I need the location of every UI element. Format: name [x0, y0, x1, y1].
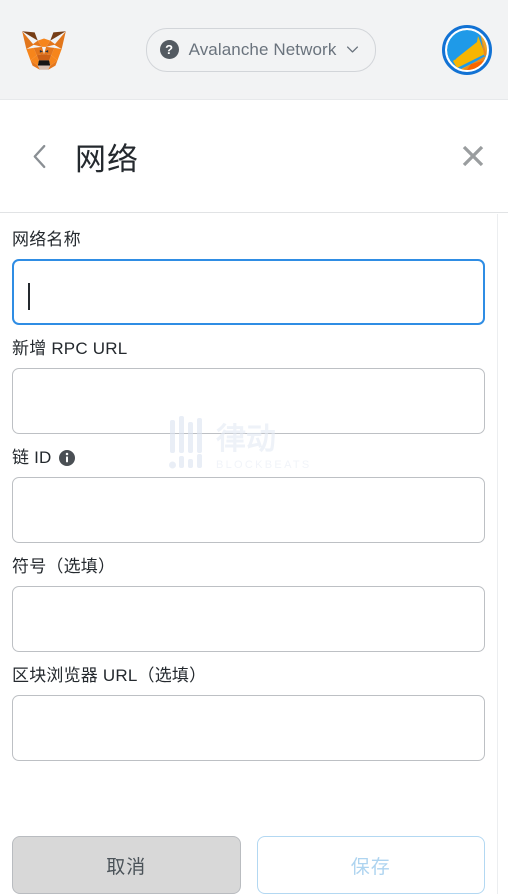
network-form: 网络名称 新增 RPC URL 链 ID 符号（选填） 区块浏览器 URL（选填… [0, 214, 497, 829]
field-label-text: 链 ID [12, 448, 52, 467]
network-name-input[interactable] [12, 259, 485, 325]
field-label: 新增 RPC URL [12, 337, 485, 361]
metamask-fox-logo [22, 30, 66, 70]
app-bar: ? Avalanche Network [0, 0, 508, 100]
cancel-button[interactable]: 取消 [12, 836, 241, 894]
field-network-name: 网络名称 [12, 228, 485, 325]
symbol-input[interactable] [12, 586, 485, 652]
field-label-text: 区块浏览器 URL（选填） [12, 666, 207, 685]
field-label: 链 ID [12, 446, 485, 470]
chevron-left-icon[interactable] [30, 143, 49, 170]
page-header: 网络 [0, 100, 508, 213]
text-cursor [28, 283, 30, 310]
save-button[interactable]: 保存 [256, 836, 485, 894]
field-rpc-url: 新增 RPC URL [12, 337, 485, 434]
field-label-text: 符号（选填） [12, 557, 116, 576]
block-explorer-url-input[interactable] [12, 695, 485, 761]
close-icon[interactable] [460, 143, 486, 169]
field-label-text: 新增 RPC URL [12, 339, 128, 358]
page-title: 网络 [75, 141, 139, 177]
rpc-url-input[interactable] [12, 368, 485, 434]
field-block-explorer-url: 区块浏览器 URL（选填） [12, 664, 485, 761]
network-selector-label: Avalanche Network [188, 39, 337, 59]
field-label-text: 网络名称 [12, 230, 81, 249]
form-actions: 取消 保存 [0, 836, 497, 894]
chain-id-input[interactable] [12, 477, 485, 543]
network-selector[interactable]: ? Avalanche Network [145, 27, 377, 72]
field-chain-id: 链 ID [12, 446, 485, 543]
question-circle-icon: ? [159, 40, 179, 59]
metamask-popup: ? Avalanche Network 网络 网络名称 新增 RPC URL 链… [0, 0, 508, 894]
field-label: 区块浏览器 URL（选填） [12, 664, 485, 688]
scrollbar-track[interactable] [497, 214, 508, 894]
avatar-jazzicon [446, 29, 487, 70]
field-symbol: 符号（选填） [12, 555, 485, 652]
account-avatar[interactable] [441, 24, 492, 75]
info-circle-icon[interactable] [58, 450, 75, 466]
chevron-down-icon [347, 46, 359, 53]
field-label: 符号（选填） [12, 555, 485, 579]
field-label: 网络名称 [12, 228, 485, 252]
